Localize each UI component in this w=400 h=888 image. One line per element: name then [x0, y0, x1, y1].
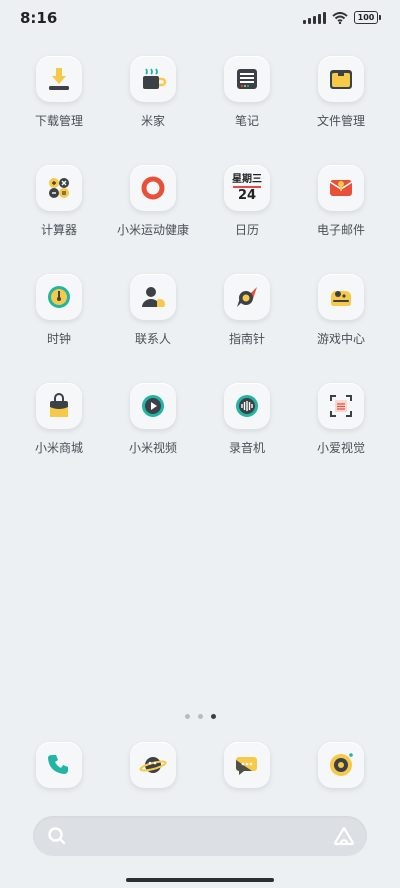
- app-mijia[interactable]: 米家: [106, 56, 200, 129]
- xiaoai-assistant-icon[interactable]: [333, 826, 355, 846]
- app-calendar[interactable]: 星期三 24 日历: [200, 165, 294, 238]
- app-calculator[interactable]: 计算器: [12, 165, 106, 238]
- dock-phone[interactable]: [12, 742, 106, 788]
- app-xiaoai-vision[interactable]: 小爱视觉: [294, 383, 388, 456]
- scan-icon: [318, 383, 364, 429]
- app-label: 小米商城: [34, 441, 83, 455]
- wifi-icon: [332, 11, 348, 24]
- app-mi-store[interactable]: 小米商城: [12, 383, 106, 456]
- app-mi-video[interactable]: 小米视频: [106, 383, 200, 456]
- app-contacts[interactable]: 联系人: [106, 274, 200, 347]
- dock-browser[interactable]: [106, 742, 200, 788]
- page-dot[interactable]: [184, 714, 190, 719]
- page-dot-active[interactable]: [210, 714, 216, 719]
- fitness-ring-icon: [130, 165, 176, 211]
- app-label: 下载管理: [34, 114, 83, 128]
- app-email[interactable]: 电子邮件: [294, 165, 388, 238]
- app-label: 小米运动健康: [116, 223, 189, 237]
- app-label: 时钟: [46, 332, 71, 346]
- folder-icon: [318, 56, 364, 102]
- status-time: 8:16: [20, 9, 58, 27]
- app-label: 电子邮件: [316, 223, 365, 237]
- calendar-icon: 星期三 24: [224, 165, 270, 211]
- dock-camera[interactable]: [294, 742, 388, 788]
- calendar-weekday: 星期三: [232, 173, 262, 185]
- app-label: 日历: [234, 223, 259, 237]
- app-grid: 下载管理 米家 笔记 文件管理 计算器 小米运动健康 星期三 24 日历 电子邮…: [12, 56, 388, 456]
- calculator-icon: [36, 165, 82, 211]
- recorder-icon: [224, 383, 270, 429]
- app-label: 笔记: [234, 114, 259, 128]
- app-label: 米家: [140, 114, 165, 128]
- dock-messages[interactable]: [200, 742, 294, 788]
- home-indicator[interactable]: [126, 878, 274, 882]
- shopping-bag-icon: [36, 383, 82, 429]
- app-label: 文件管理: [316, 114, 365, 128]
- video-play-icon: [130, 383, 176, 429]
- page-dot[interactable]: [197, 714, 203, 719]
- status-bar: 8:16 100: [0, 0, 400, 36]
- app-file-manager[interactable]: 文件管理: [294, 56, 388, 129]
- download-icon: [36, 56, 82, 102]
- notes-icon: [224, 56, 270, 102]
- contacts-icon: [130, 274, 176, 320]
- app-notes[interactable]: 笔记: [200, 56, 294, 129]
- app-mi-fitness[interactable]: 小米运动健康: [106, 165, 200, 238]
- phone-icon: [36, 742, 82, 788]
- app-recorder[interactable]: 录音机: [200, 383, 294, 456]
- compass-icon: [224, 274, 270, 320]
- page-indicator: [0, 714, 400, 719]
- app-download-manager[interactable]: 下载管理: [12, 56, 106, 129]
- app-compass[interactable]: 指南针: [200, 274, 294, 347]
- app-label: 小米视频: [128, 441, 177, 455]
- email-icon: [318, 165, 364, 211]
- app-label: 录音机: [228, 441, 265, 455]
- mijia-icon: [130, 56, 176, 102]
- app-label: 指南针: [228, 332, 265, 346]
- app-label: 游戏中心: [316, 332, 365, 346]
- app-label: 计算器: [40, 223, 77, 237]
- battery-icon: 100: [354, 11, 381, 24]
- camera-icon: [318, 742, 364, 788]
- game-center-icon: [318, 274, 364, 320]
- clock-icon: [36, 274, 82, 320]
- browser-planet-icon: [130, 742, 176, 788]
- search-icon: [48, 827, 66, 845]
- signal-icon: [303, 11, 326, 24]
- search-bar[interactable]: [33, 816, 367, 856]
- calendar-day: 24: [237, 187, 257, 203]
- app-clock[interactable]: 时钟: [12, 274, 106, 347]
- status-icons: 100: [303, 11, 381, 24]
- dock: [12, 742, 388, 788]
- messages-icon: [224, 742, 270, 788]
- app-label: 小爱视觉: [316, 441, 365, 455]
- app-game-center[interactable]: 游戏中心: [294, 274, 388, 347]
- app-label: 联系人: [134, 332, 171, 346]
